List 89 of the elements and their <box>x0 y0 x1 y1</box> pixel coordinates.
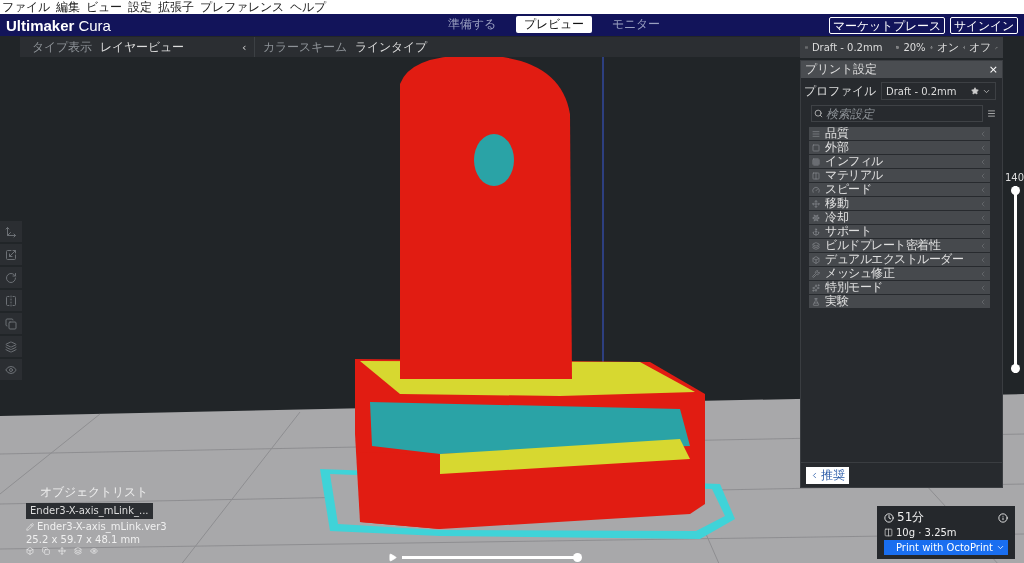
collapse-button[interactable]: ‹ <box>242 40 247 54</box>
stage-tab[interactable]: 準備する <box>440 16 504 33</box>
tool-button[interactable] <box>0 313 22 334</box>
search-field[interactable]: 検索設定 <box>811 105 983 122</box>
color-scheme-label: カラースキーム <box>263 38 348 56</box>
panel-title: プリント設定 <box>805 61 877 78</box>
wrench-icon <box>812 269 820 278</box>
info-icon[interactable] <box>998 512 1008 523</box>
playback-handle[interactable] <box>573 553 582 562</box>
file-name: Ender3-X-axis_mLink.ver3 <box>37 521 167 532</box>
header-button[interactable]: マーケットプレース <box>829 16 945 34</box>
layers-icon <box>5 340 17 353</box>
print-summary-bar[interactable]: Draft - 0.2mm 20% オン オフ <box>800 37 1003 58</box>
menu-item[interactable]: 設定 <box>128 0 152 14</box>
sparkles-icon <box>812 283 820 292</box>
layers-icon[interactable] <box>74 547 82 555</box>
tool-button[interactable] <box>0 359 22 380</box>
settings-category[interactable]: 品質 <box>809 127 990 140</box>
layer-slider-handle[interactable] <box>1011 364 1020 373</box>
settings-category[interactable]: サポート <box>809 225 990 238</box>
copy-icon <box>5 317 17 330</box>
profile-text: Draft - 0.2mm <box>811 42 883 53</box>
scale-icon <box>5 248 17 261</box>
settings-category[interactable]: マテリアル <box>809 169 990 182</box>
settings-category[interactable]: インフィル <box>809 155 990 168</box>
color-scheme-value[interactable]: ラインタイプ <box>355 38 428 56</box>
flask-icon <box>812 297 820 306</box>
rotate-icon <box>5 271 17 284</box>
square-icon <box>812 143 820 152</box>
stage-tab[interactable]: モニター <box>604 16 668 33</box>
move-axes-icon <box>5 225 17 238</box>
close-button[interactable]: × <box>988 63 998 76</box>
print-button[interactable]: Print with OctoPrint <box>884 540 1008 555</box>
menu-icon[interactable] <box>987 109 996 118</box>
object-dimensions: 25.2 x 59.7 x 48.1 mm <box>26 534 140 545</box>
view-type-label: タイプ表示 <box>32 38 92 56</box>
print-time: 51分 <box>897 509 925 526</box>
menu-item[interactable]: プレファレンス <box>200 0 284 14</box>
box-icon[interactable] <box>26 547 34 555</box>
search-icon <box>814 109 823 118</box>
settings-category[interactable]: デュアルエクストルーダー <box>809 253 990 266</box>
play-button[interactable] <box>388 553 397 562</box>
layer-slider[interactable] <box>1011 186 1020 373</box>
columns-icon <box>884 528 893 537</box>
settings-category[interactable]: ビルドプレート密着性 <box>809 239 990 252</box>
app-logo-suffix: Cura <box>78 16 111 34</box>
tool-button[interactable] <box>0 336 22 357</box>
chevron-left-icon <box>810 470 819 480</box>
gauge-icon <box>812 185 820 194</box>
tool-button[interactable] <box>0 267 22 288</box>
tool-button[interactable] <box>0 290 22 311</box>
profile-label: プロファイル <box>804 82 876 100</box>
profile-dropdown[interactable]: Draft - 0.2mm <box>881 82 996 100</box>
layers-icon <box>812 241 820 250</box>
settings-category[interactable]: 冷却 <box>809 211 990 224</box>
support-text: オン <box>936 40 959 55</box>
layer-number: 140 <box>1005 172 1024 183</box>
material-usage: 10g · 3.25m <box>896 527 957 538</box>
chevron-down-icon <box>996 543 1005 552</box>
settings-category[interactable]: スピード <box>809 183 990 196</box>
stage-tab[interactable]: プレビュー <box>516 16 592 33</box>
menu-item[interactable]: ファイル <box>2 0 50 14</box>
tool-button[interactable] <box>0 221 22 242</box>
columns-icon <box>812 171 820 180</box>
settings-category[interactable]: 実験 <box>809 295 990 308</box>
menu-item[interactable]: 拡張子 <box>158 0 194 14</box>
menu-item[interactable]: ヘルプ <box>290 0 326 14</box>
menu-item[interactable]: 編集 <box>56 0 80 14</box>
view-type-value[interactable]: レイヤービュー <box>100 38 184 56</box>
settings-category[interactable]: 移動 <box>809 197 990 210</box>
app-logo: Ultimaker <box>6 16 75 34</box>
layer-slider-handle[interactable] <box>1011 186 1020 195</box>
eye-icon[interactable] <box>90 547 98 555</box>
settings-category[interactable]: 特別モード <box>809 281 990 294</box>
adhesion-text: オフ <box>969 40 992 55</box>
tool-button[interactable] <box>0 244 22 265</box>
recommended-button[interactable]: 推奨 <box>806 466 849 484</box>
menu-item[interactable]: ビュー <box>86 0 122 14</box>
object-name[interactable]: Ender3-X-axis_mLink_... <box>26 503 153 519</box>
star-icon[interactable] <box>971 87 979 95</box>
clock-icon <box>884 512 894 523</box>
settings-category[interactable]: 外部 <box>809 141 990 154</box>
box-icon <box>812 255 820 264</box>
infill-text: 20% <box>903 42 926 53</box>
mirror-icon <box>5 294 17 307</box>
settings-category[interactable]: メッシュ修正 <box>809 267 990 280</box>
eye-icon <box>5 363 17 376</box>
copy-icon[interactable] <box>42 547 50 555</box>
header-button[interactable]: サインイン <box>950 16 1018 34</box>
